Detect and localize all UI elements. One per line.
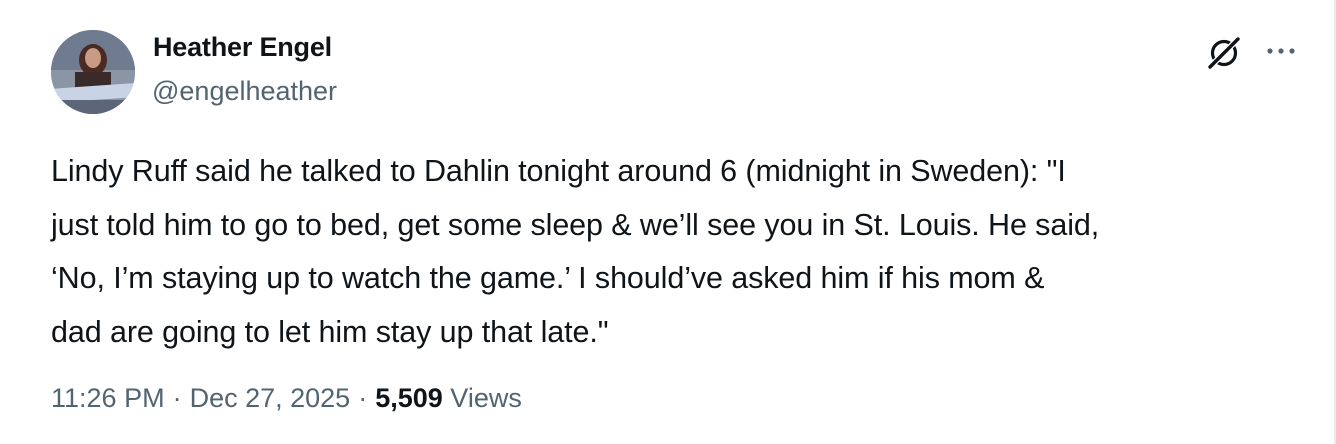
more-options-icon[interactable] — [1264, 40, 1298, 62]
views-label[interactable]: Views — [450, 383, 522, 413]
tweet-text: Lindy Ruff said he talked to Dahlin toni… — [51, 154, 1100, 349]
avatar[interactable] — [51, 30, 135, 114]
views-count[interactable]: 5,509 — [375, 383, 443, 413]
grok-icon[interactable] — [1205, 34, 1243, 72]
tweet-date[interactable]: Dec 27, 2025 — [190, 383, 351, 413]
author-handle[interactable]: @engelheather — [152, 76, 337, 107]
author-name[interactable]: Heather Engel — [153, 32, 332, 63]
tweet-time[interactable]: 11:26 PM — [51, 383, 165, 413]
tweet-card: Heather Engel @engelheather Lindy Ruff s… — [0, 0, 1336, 444]
meta-separator: · — [358, 383, 368, 413]
tweet-meta: 11:26 PM · Dec 27, 2025 · 5,509 Views — [51, 383, 522, 414]
meta-separator: · — [172, 383, 182, 413]
avatar-image — [51, 30, 135, 114]
